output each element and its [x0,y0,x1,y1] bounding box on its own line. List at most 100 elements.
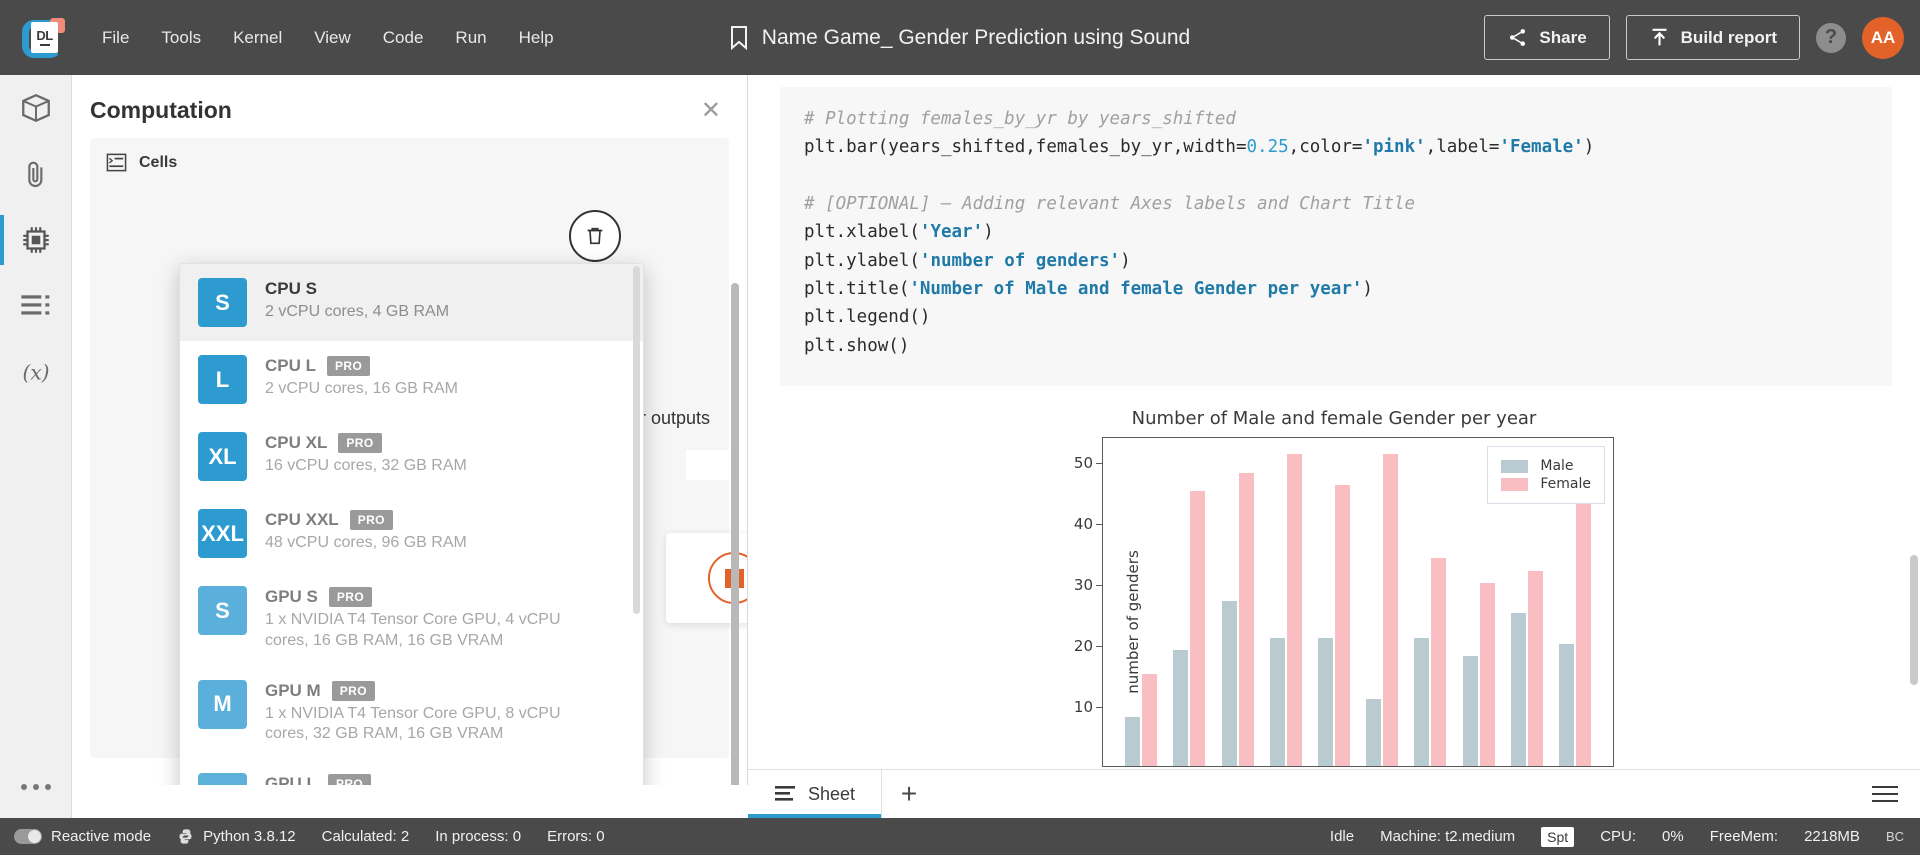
panel-scrollbar[interactable] [731,283,739,785]
chart-bar-group [1406,438,1454,767]
add-sheet-button[interactable]: + [882,770,936,818]
chart-bar-group [1262,438,1310,767]
pro-badge: PRO [349,510,393,530]
page-title[interactable]: Name Game_ Gender Prediction using Sound [762,26,1190,50]
chart-plot-area: number of genders Male Female 10 20 30 40 50 [1074,437,1614,768]
list-item[interactable]: XL CPU XL PRO 16 vCPU cores, 32 GB RAM [180,418,643,495]
legend-swatch [1501,459,1529,473]
close-icon[interactable]: ✕ [701,98,721,123]
machine-badge: S [198,586,247,635]
machine-dropdown-list[interactable]: S CPU S 2 vCPU cores, 4 GB RAM L CPU L P… [180,264,643,785]
list-item[interactable]: M GPU M PRO 1 x NVIDIA T4 Tensor Core GP… [180,666,643,760]
avatar[interactable]: AA [1862,16,1904,59]
build-report-label: Build report [1680,27,1777,47]
status-bar: Reactive mode Python 3.8.12 Calculated: … [0,818,1920,855]
machine-dropdown: S CPU S 2 vCPU cores, 4 GB RAM L CPU L P… [179,263,644,785]
chart-legend: Male Female [1487,446,1605,505]
build-code-label: BC [1885,829,1904,844]
in-process-count: In process: 0 [435,828,522,845]
pro-badge: PRO [327,356,371,376]
toggle-icon[interactable] [14,829,42,844]
list-item[interactable]: S GPU S PRO 1 x NVIDIA T4 Tensor Core GP… [180,572,643,666]
build-report-button[interactable]: Build report [1625,15,1800,60]
trash-icon [587,227,603,245]
freemem-label: FreeMem: [1709,828,1779,845]
menu-bar: File Tools Kernel View Code Run Help [86,0,570,75]
menu-item-help[interactable]: Help [503,20,570,56]
chart-legend-item: Female [1501,476,1591,492]
list-item[interactable]: XXL CPU XXL PRO 48 vCPU cores, 96 GB RAM [180,495,643,572]
logo-card: DL [31,21,58,53]
sidebar-item-packages[interactable] [0,75,72,141]
chart-bar-female [1238,472,1254,767]
spot-instance-badge[interactable]: Spt [1541,826,1575,847]
machine-badge: L [198,773,247,785]
computation-panel-title: Computation [90,97,232,123]
machine-info: Machine: t2.medium [1380,828,1516,845]
python-version-item[interactable]: Python 3.8.12 [177,828,296,845]
menu-item-view[interactable]: View [298,20,367,56]
list-item[interactable]: L CPU L PRO 2 vCPU cores, 16 GB RAM [180,341,643,418]
chart-bar-female [1334,484,1350,767]
machine-name: CPU S [265,279,317,298]
sidebar-item-computation[interactable] [0,207,72,273]
machine-spec: 1 x NVIDIA T4 Tensor Core GPU, 8 vCPU co… [265,704,561,743]
machine-name: CPU XL [265,433,328,452]
list-item[interactable]: S CPU S 2 vCPU cores, 4 GB RAM [180,264,643,341]
chart-bar-group [1213,438,1261,767]
machine-spec: 2 vCPU cores, 4 GB RAM [265,303,450,320]
app-logo[interactable]: DL [14,0,74,75]
help-icon[interactable]: ? [1816,22,1846,53]
machine-spec: 2 vCPU cores, 16 GB RAM [265,380,458,397]
cells-label: Cells [139,153,178,171]
kernel-state: Idle [1329,828,1355,845]
menu-item-run[interactable]: Run [439,20,502,56]
legend-label: Female [1540,476,1591,493]
main-scrollbar[interactable] [1910,555,1918,685]
pro-badge: PRO [327,774,372,785]
chart-bar-male [1221,601,1237,767]
chart-bar-male [1558,643,1574,767]
chart-ytick: 10 [1074,698,1104,716]
dropdown-scrollbar[interactable] [633,266,640,614]
chart-legend-item: Male [1501,458,1591,474]
menu-item-file[interactable]: File [86,20,145,56]
top-bar-actions: Share Build report ? AA [1484,0,1904,75]
reactive-mode-toggle[interactable]: Reactive mode [14,828,151,845]
chart-bar-female [1479,582,1495,767]
sidebar-item-variables[interactable]: (x) [0,339,72,405]
menu-item-tools[interactable]: Tools [145,20,217,56]
menu-item-code[interactable]: Code [367,20,440,56]
code-cell[interactable]: # Plotting females_by_yr by years_shifte… [780,87,1892,387]
list-item[interactable]: L GPU L PRO [180,759,643,785]
reactive-mode-label: Reactive mode [51,828,152,845]
machine-name: GPU S [265,587,318,606]
chart-bar-male [1414,637,1430,767]
bookmark-icon[interactable] [730,25,748,50]
chart-bar-male [1125,717,1141,767]
variables-icon: (x) [22,360,49,384]
application-root: DL File Tools Kernel View Code Run Help … [0,0,1920,855]
chart-ytick: 50 [1074,454,1104,472]
chart-bar-female [1383,454,1399,767]
legend-swatch [1501,477,1529,491]
rail-overflow-button[interactable] [0,784,72,790]
machine-name: GPU L [265,774,317,785]
chart-bar-male [1462,656,1478,767]
sheet-menu-button[interactable] [1872,770,1920,818]
chart-bar-group [1165,438,1213,767]
menu-item-kernel[interactable]: Kernel [217,20,298,56]
stop-icon[interactable] [708,552,747,604]
share-label: Share [1539,27,1587,47]
chart-output: Number of Male and female Gender per yea… [1034,408,1634,769]
share-button[interactable]: Share [1484,15,1610,60]
sidebar-item-outline[interactable] [0,273,72,339]
tab-sheet[interactable]: Sheet [748,770,883,818]
chart-bar-male [1173,649,1189,767]
chart-bar-female [1190,491,1206,767]
chart-bar-male [1366,698,1382,767]
chip-icon [23,227,49,253]
sidebar-item-files[interactable] [0,141,72,207]
clear-outputs-button[interactable] [569,210,621,262]
machine-badge: XXL [198,509,247,558]
